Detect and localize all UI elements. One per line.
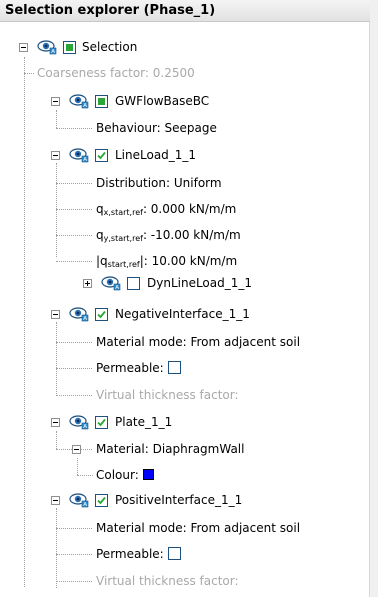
eye-icon[interactable]: A — [69, 306, 89, 322]
eye-icon[interactable]: A — [101, 275, 121, 291]
tree-line — [56, 261, 92, 262]
qx-start-ref-property: qx,start,ref: 0.000 kN/m/m — [96, 198, 236, 220]
svg-text:A: A — [83, 424, 87, 430]
eye-icon[interactable]: A — [69, 492, 89, 508]
scrollbar[interactable] — [370, 0, 378, 597]
tree-line — [56, 209, 92, 210]
selection-explorer-panel: Selection explorer (Phase_1) A Selection… — [0, 0, 370, 597]
svg-text:A: A — [83, 103, 87, 109]
tree-line — [56, 395, 92, 396]
lineload-checkbox[interactable] — [95, 149, 108, 162]
eye-icon[interactable]: A — [37, 39, 57, 55]
distribution-property: Distribution: Uniform — [96, 176, 222, 190]
tree-line — [77, 475, 93, 476]
collapse-positiveinterface-toggle[interactable] — [51, 496, 60, 505]
tree-line — [56, 431, 57, 449]
negativeinterface-checkbox[interactable] — [95, 308, 108, 321]
tree-line — [56, 110, 57, 128]
tree-item-gwflowbasebc[interactable]: GWFlowBaseBC — [115, 90, 209, 112]
dynlineload-checkbox[interactable] — [127, 277, 140, 290]
behaviour-property: Behaviour: Seepage — [96, 121, 217, 135]
svg-text:A: A — [83, 316, 87, 322]
tree-line — [56, 528, 92, 529]
collapse-lineload-toggle[interactable] — [51, 151, 60, 160]
tree-line — [56, 368, 92, 369]
qx-subscript: x,start,ref — [103, 208, 143, 217]
collapse-plate-toggle[interactable] — [51, 418, 60, 427]
collapse-negativeinterface-toggle[interactable] — [51, 310, 60, 319]
permeable-property: Permeable: — [96, 543, 181, 565]
q-magnitude-property: |qstart,ref|: 10.00 kN/m/m — [96, 250, 237, 272]
plate-material-property: Material: DiaphragmWall — [96, 442, 245, 456]
qx-label: q — [96, 202, 104, 216]
tree-item-dynlineload[interactable]: DynLineLoad_1_1 — [147, 272, 252, 294]
svg-text:A: A — [83, 502, 87, 508]
qabs-label: |q — [96, 254, 108, 268]
permeable-checkbox[interactable] — [167, 361, 181, 374]
colour-label: Colour: — [96, 468, 139, 482]
material-mode-property: Material mode: From adjacent soil — [96, 521, 301, 535]
tree-item-selection[interactable]: Selection — [82, 36, 137, 58]
svg-text:A: A — [51, 49, 55, 55]
tree-line — [56, 163, 57, 257]
tree-line — [56, 235, 92, 236]
qabs-value: |: 10.00 kN/m/m — [139, 254, 238, 268]
tree-item-positiveinterface[interactable]: PositiveInterface_1_1 — [115, 489, 242, 511]
tree-line — [56, 554, 92, 555]
positiveinterface-checkbox[interactable] — [95, 494, 108, 507]
panel-title: Selection explorer (Phase_1) — [0, 0, 370, 22]
tree-item-negativeinterface[interactable]: NegativeInterface_1_1 — [115, 303, 250, 325]
collapse-gwflow-toggle[interactable] — [51, 97, 60, 106]
tree-line — [56, 508, 57, 588]
virtual-thickness-property: Virtual thickness factor: — [96, 574, 239, 588]
tree-item-plate[interactable]: Plate_1_1 — [115, 411, 172, 433]
qy-subscript: y,start,ref — [103, 234, 143, 243]
tree-item-lineload[interactable]: LineLoad_1_1 — [115, 144, 196, 166]
qy-start-ref-property: qy,start,ref: -10.00 kN/m/m — [96, 224, 241, 246]
svg-text:A: A — [83, 157, 87, 163]
permeable-checkbox[interactable] — [167, 547, 181, 560]
coarseness-factor: Coarseness factor: 0.2500 — [37, 66, 195, 80]
virtual-thickness-property: Virtual thickness factor: — [96, 388, 239, 402]
qy-label: q — [96, 228, 104, 242]
eye-icon[interactable]: A — [69, 414, 89, 430]
collapse-selection-toggle[interactable] — [19, 43, 28, 52]
gwflow-checkbox[interactable] — [95, 95, 108, 108]
eye-icon[interactable]: A — [69, 147, 89, 163]
colour-property: Colour: — [96, 464, 154, 486]
tree-line — [56, 581, 92, 582]
tree-line — [56, 322, 57, 396]
svg-text:A: A — [115, 285, 119, 291]
tree-line — [24, 57, 25, 587]
tree-line — [56, 128, 92, 129]
eye-icon[interactable]: A — [69, 93, 89, 109]
colour-swatch[interactable] — [142, 469, 154, 480]
tree-line — [56, 183, 92, 184]
tree-line — [77, 458, 78, 475]
expand-dynlineload-toggle[interactable] — [83, 279, 92, 288]
permeable-label: Permeable: — [96, 361, 164, 375]
permeable-label: Permeable: — [96, 547, 164, 561]
qy-value: : -10.00 kN/m/m — [142, 228, 241, 242]
selection-checkbox[interactable] — [63, 41, 76, 54]
qx-value: : 0.000 kN/m/m — [142, 202, 237, 216]
permeable-property: Permeable: — [96, 357, 181, 379]
material-mode-property: Material mode: From adjacent soil — [96, 335, 301, 349]
tree-line — [24, 73, 34, 74]
qabs-subscript: start,ref — [107, 260, 140, 269]
tree-line — [56, 342, 92, 343]
plate-checkbox[interactable] — [95, 416, 108, 429]
collapse-material-toggle[interactable] — [72, 445, 81, 454]
